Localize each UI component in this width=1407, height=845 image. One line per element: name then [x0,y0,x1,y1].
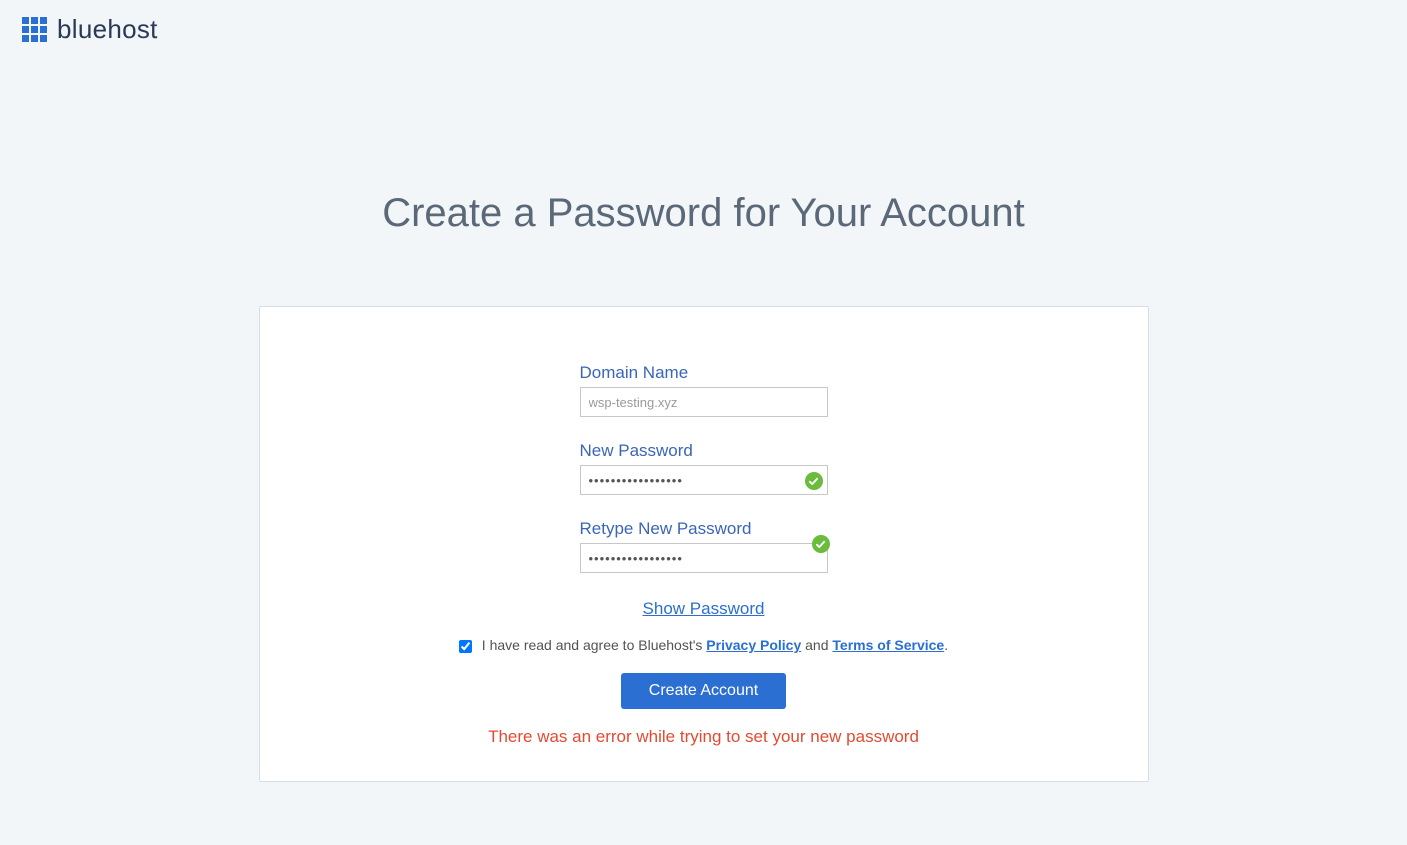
new-password-field: New Password [580,441,828,495]
brand-grid-icon [22,17,47,42]
show-password-link[interactable]: Show Password [643,599,765,619]
terms-of-service-link[interactable]: Terms of Service [832,637,944,653]
domain-label: Domain Name [580,363,828,383]
checkmark-icon [812,535,830,553]
domain-input [580,387,828,417]
checkmark-icon [805,472,823,490]
header: bluehost [0,0,1407,51]
retype-password-input[interactable] [580,543,828,573]
password-card: Domain Name New Password Retype New Pass… [259,306,1149,782]
agree-row: I have read and agree to Bluehost's Priv… [300,637,1108,653]
domain-field: Domain Name [580,363,828,417]
agree-text-suffix: . [944,637,948,653]
new-password-input[interactable] [580,465,828,495]
agree-checkbox[interactable] [459,640,472,653]
retype-password-field: Retype New Password [580,519,828,573]
privacy-policy-link[interactable]: Privacy Policy [706,637,801,653]
error-message: There was an error while trying to set y… [300,727,1108,747]
new-password-label: New Password [580,441,828,461]
create-account-button[interactable]: Create Account [621,673,786,709]
retype-password-label: Retype New Password [580,519,828,539]
agree-text-prefix: I have read and agree to Bluehost's [482,637,707,653]
page-title: Create a Password for Your Account [0,191,1407,236]
agree-text-mid: and [801,637,832,653]
brand-name: bluehost [57,14,158,45]
